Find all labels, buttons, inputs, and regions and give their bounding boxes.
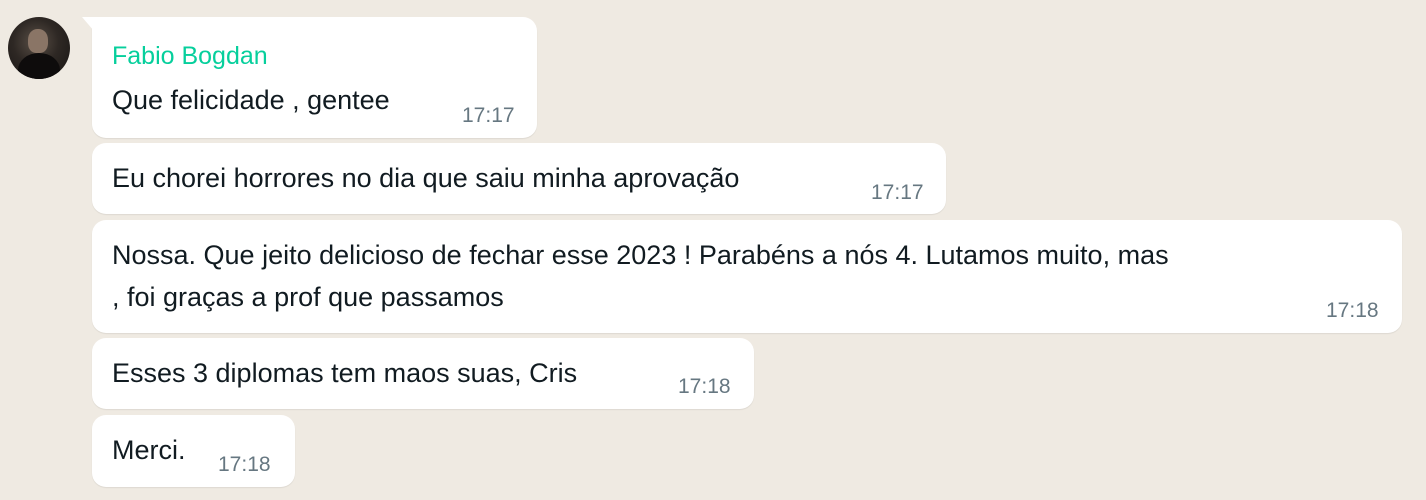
message-text-line-1: Nossa. Que jeito delicioso de fechar ess…	[112, 240, 1169, 270]
avatar-head-shape	[28, 29, 48, 53]
message-text: Esses 3 diplomas tem maos suas, Cris	[112, 358, 578, 388]
sender-avatar[interactable]	[8, 17, 70, 79]
message-timestamp: 17:18	[1326, 299, 1379, 322]
message-text-line-2: , foi graças a prof que passamos	[112, 282, 504, 312]
message-bubble[interactable]: Fabio Bogdan Que felicidade , gentee 17:…	[82, 17, 537, 138]
message-bubble[interactable]: Merci. 17:18	[92, 415, 295, 487]
message-text: Merci.	[112, 435, 186, 465]
bubble-tail	[82, 17, 94, 31]
message-bubble[interactable]: Eu chorei horrores no dia que saiu minha…	[92, 143, 946, 214]
message-bubble[interactable]: Esses 3 diplomas tem maos suas, Cris 17:…	[92, 338, 754, 409]
chat-message-area: Fabio Bogdan Que felicidade , gentee 17:…	[0, 0, 1426, 500]
message-timestamp: 17:18	[678, 375, 731, 398]
message-bubble[interactable]: Nossa. Que jeito delicioso de fechar ess…	[92, 220, 1402, 333]
message-text: Que felicidade , gentee	[112, 85, 390, 115]
message-timestamp: 17:17	[462, 104, 515, 127]
message-timestamp: 17:17	[871, 181, 924, 204]
message-timestamp: 17:18	[218, 453, 271, 476]
message-text: Eu chorei horrores no dia que saiu minha…	[112, 163, 740, 193]
avatar-body-shape	[18, 53, 60, 79]
sender-name[interactable]: Fabio Bogdan	[112, 41, 268, 71]
